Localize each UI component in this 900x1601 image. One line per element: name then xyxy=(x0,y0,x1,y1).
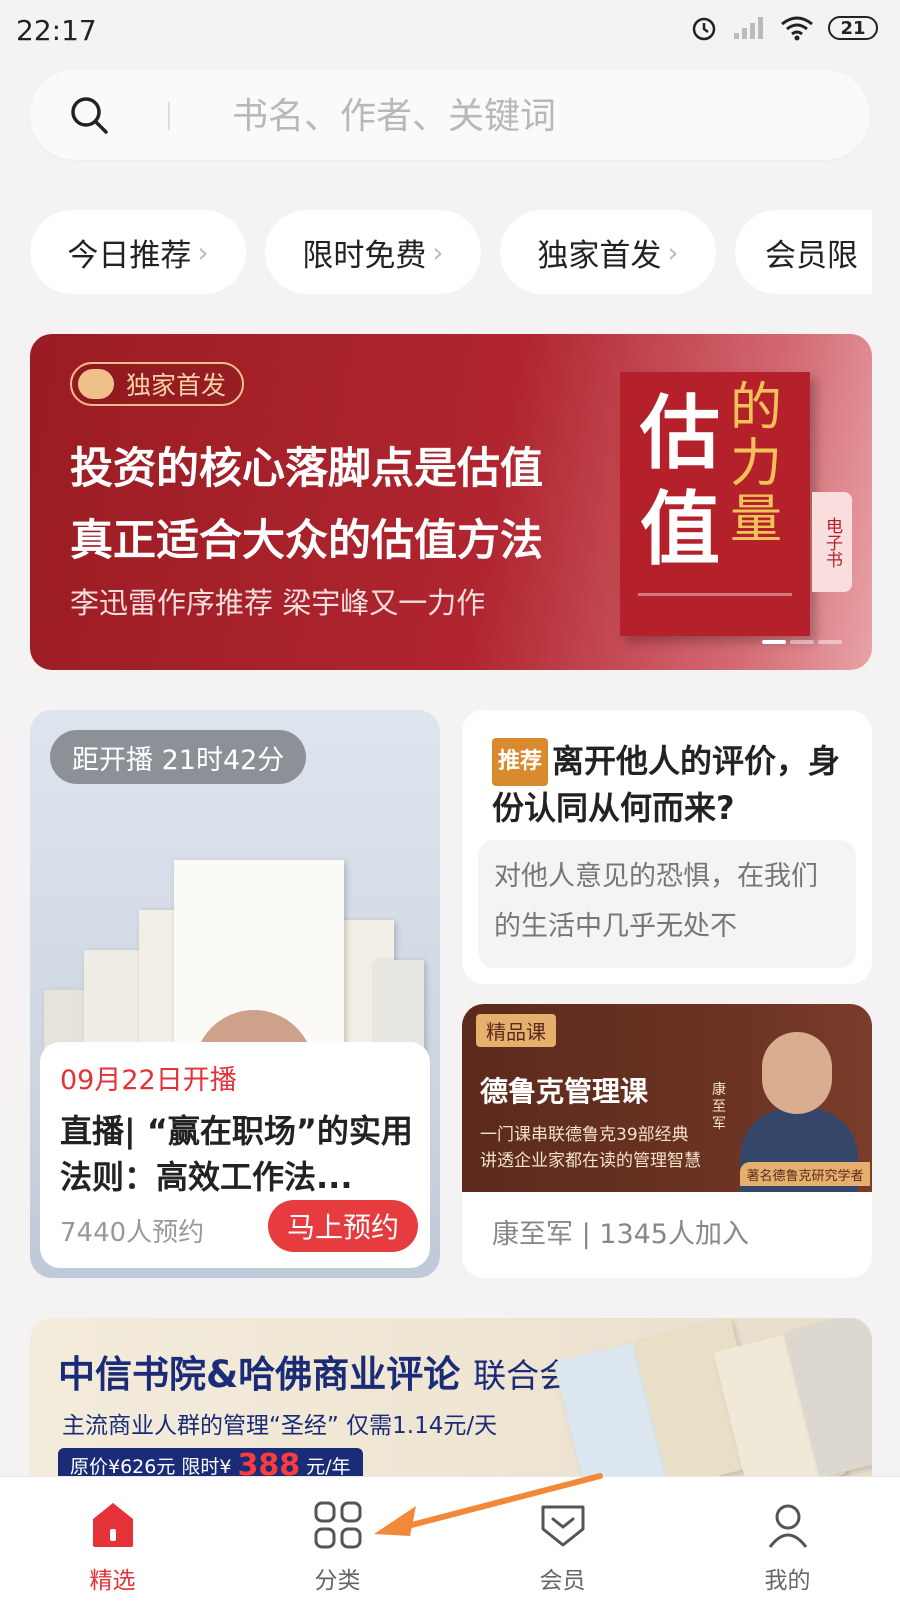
status-time: 22:17 xyxy=(16,14,97,47)
portrait-head xyxy=(762,1032,832,1114)
course-meta: 康至军 | 1345人加入 xyxy=(492,1219,749,1250)
signal-icon xyxy=(734,17,763,39)
price-prefix: 原价¥626元 限时¥ xyxy=(70,1455,232,1478)
chip-member[interactable]: 会员限 xyxy=(735,210,872,294)
battery-icon: 21 xyxy=(828,16,878,40)
annotation-arrow-icon xyxy=(374,1473,603,1536)
nav-label: 分类 xyxy=(314,1568,361,1594)
exclusive-tag: 独家首发 xyxy=(70,362,245,406)
nav-item-mine[interactable]: 我的 xyxy=(675,1477,900,1601)
course-cover: 精品课 德鲁克管理课 一门课串联德鲁克39部经典 讲透企业家都在读的管理智慧 康… xyxy=(462,1004,872,1192)
price-value: 388 xyxy=(237,1447,301,1479)
status-icons: 21 xyxy=(690,14,878,42)
carousel-dot xyxy=(790,640,814,644)
membership-promo-banner[interactable]: 中信书院&哈佛商业评论 联合会员 主流商业人群的管理“圣经” 仅需1.14元/天… xyxy=(30,1318,872,1478)
promo-price-tag: 原价¥626元 限时¥ 388 元/年 xyxy=(58,1448,363,1478)
promo-title-main: 中信书院&哈佛商业评论 xyxy=(58,1353,461,1396)
hero-banner[interactable]: 独家首发 投资的核心落脚点是估值 真正适合大众的估值方法 李迅雷作序推荐 梁宇峰… xyxy=(30,334,872,670)
chip-today-recommend[interactable]: 今日推荐 › xyxy=(30,210,246,294)
carousel-indicator xyxy=(762,640,842,644)
carousel-dot xyxy=(762,640,786,644)
book-cover-title: 估值 xyxy=(640,387,720,576)
book-icon xyxy=(78,369,114,399)
course-cover-line: 一门课串联德鲁克39部经典 xyxy=(480,1125,689,1145)
live-card[interactable]: 距开播 21时42分 09月22日开播 直播| “赢在职场”的实用法则：高效工作… xyxy=(30,710,440,1278)
recommend-title: 推荐 离开他人的评价，身份认同从何而来? xyxy=(492,738,852,830)
recommend-quote: 对他人意见的恐惧，在我们的生活中几乎无处不 xyxy=(478,840,856,968)
recommend-card[interactable]: 推荐 离开他人的评价，身份认同从何而来? 对他人意见的恐惧，在我们的生活中几乎无处… xyxy=(462,710,872,984)
category-chips: 今日推荐 › 限时免费 › 独家首发 › 会员限 xyxy=(30,210,872,294)
tag-label: 独家首发 xyxy=(126,371,227,400)
chip-label: 今日推荐 xyxy=(67,237,192,274)
chip-exclusive[interactable]: 独家首发 › xyxy=(500,210,716,294)
carousel-dot xyxy=(818,640,842,644)
grid-icon xyxy=(314,1501,361,1549)
promo-subtitle: 主流商业人群的管理“圣经” 仅需1.14元/天 xyxy=(62,1413,498,1439)
banner-headline-1: 投资的核心落脚点是估值 xyxy=(70,444,543,494)
live-date: 09月22日开播 xyxy=(60,1065,237,1096)
status-bar: 22:17 21 xyxy=(0,0,900,62)
alarm-icon xyxy=(692,17,716,41)
book-cover-subtitle: 的力量 xyxy=(730,378,783,550)
chevron-right-icon: › xyxy=(667,235,679,269)
chip-label: 独家首发 xyxy=(537,237,662,274)
recommend-badge: 推荐 xyxy=(492,738,549,786)
search-bar[interactable] xyxy=(30,70,870,160)
search-input[interactable] xyxy=(230,88,814,144)
chevron-right-icon: › xyxy=(432,235,444,269)
course-cover-line: 讲透企业家都在读的管理智慧 xyxy=(480,1151,701,1171)
price-suffix: 元/年 xyxy=(306,1455,351,1478)
wifi-icon xyxy=(781,16,813,41)
profile-icon xyxy=(768,1504,807,1548)
nav-label: 会员 xyxy=(539,1568,586,1594)
chip-limited-free[interactable]: 限时免费 › xyxy=(265,210,481,294)
reservation-count: 7440人预约 xyxy=(60,1218,205,1248)
nav-label: 我的 xyxy=(764,1568,811,1594)
banner-subtitle: 李迅雷作序推荐 梁宇峰又一力作 xyxy=(70,586,486,620)
book-cover-rule xyxy=(638,593,792,596)
banner-headline-2: 真正适合大众的估值方法 xyxy=(70,516,543,566)
lecturer-title: 著名德鲁克研究学者 xyxy=(740,1162,870,1186)
book-cover: 估值 的力量 xyxy=(620,372,810,636)
premium-course-tag: 精品课 xyxy=(476,1014,556,1047)
reserve-button[interactable]: 马上预约 xyxy=(268,1200,418,1252)
chip-label: 会员限 xyxy=(765,237,858,274)
chevron-right-icon: › xyxy=(197,235,209,269)
countdown-badge: 距开播 21时42分 xyxy=(50,730,307,784)
ebook-label: 电子书 xyxy=(812,492,852,592)
promo-covers xyxy=(550,1318,872,1478)
live-title: 直播| “赢在职场”的实用法则：高效工作法... xyxy=(60,1112,413,1196)
promo-title: 中信书院&哈佛商业评论 联合会员 xyxy=(58,1344,605,1398)
nav-label: 精选 xyxy=(89,1568,136,1594)
live-info-panel: 09月22日开播 直播| “赢在职场”的实用法则：高效工作法... 7440人预… xyxy=(40,1042,430,1268)
course-cover-title: 德鲁克管理课 xyxy=(480,1075,649,1108)
search-icon[interactable] xyxy=(68,94,110,136)
nav-item-featured[interactable]: 精选 xyxy=(0,1477,225,1601)
search-divider xyxy=(168,102,170,130)
lecturer-name-vertical: 康至军 xyxy=(712,1082,726,1132)
chip-label: 限时免费 xyxy=(302,237,427,274)
course-card[interactable]: 精品课 德鲁克管理课 一门课串联德鲁克39部经典 讲透企业家都在读的管理智慧 康… xyxy=(462,1004,872,1278)
home-icon xyxy=(92,1503,133,1547)
